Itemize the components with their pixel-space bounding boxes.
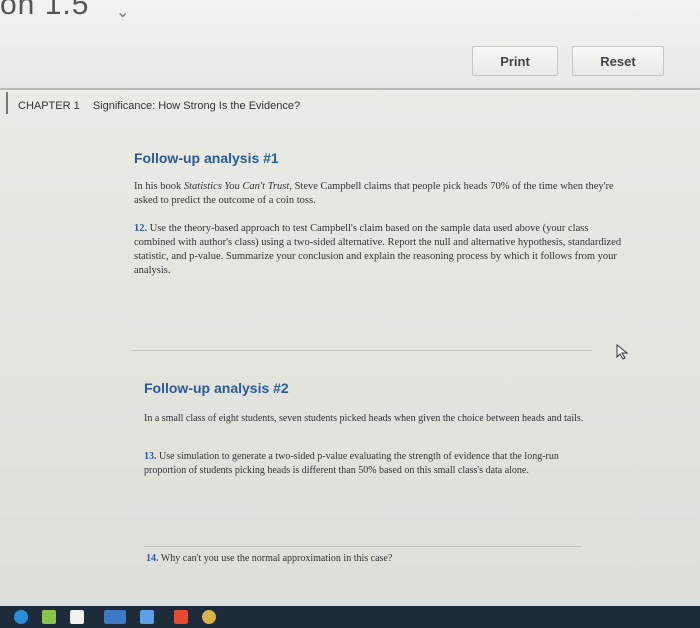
book-title: Statistics You Can't Trust xyxy=(183,181,290,192)
followup2-intro: In a small class of eight students, seve… xyxy=(144,413,584,424)
chapter-label: CHAPTER 1 xyxy=(18,100,80,112)
screen: on 1.5 ⌄ Print Reset CHAPTER 1 Significa… xyxy=(0,0,700,628)
chapter-marker xyxy=(6,92,8,114)
followup2-heading: Follow-up analysis #2 xyxy=(144,380,289,396)
top-bar: on 1.5 ⌄ Print Reset xyxy=(0,0,700,88)
taskbar xyxy=(0,606,700,628)
mouse-pointer-icon xyxy=(616,344,629,360)
question-number: 12. xyxy=(134,223,148,234)
app-icon[interactable] xyxy=(42,610,56,624)
question-number: 13. xyxy=(144,451,157,462)
followup1-heading: Follow-up analysis #1 xyxy=(134,150,279,166)
worksheet-page: Follow-up analysis #1 In his book Statis… xyxy=(100,118,660,618)
question-text: Use the theory-based approach to test Ca… xyxy=(134,223,622,276)
cloud-icon[interactable] xyxy=(104,610,126,624)
store-icon[interactable] xyxy=(70,610,84,624)
question-number: 14. xyxy=(146,553,159,564)
chevron-down-icon[interactable]: ⌄ xyxy=(116,2,129,22)
section-title: on 1.5 xyxy=(0,0,90,21)
dropbox-icon[interactable] xyxy=(140,610,154,624)
question-14: 14. Why can't you use the normal approxi… xyxy=(146,552,576,566)
edge-icon[interactable] xyxy=(14,610,28,624)
question-12: 12. Use the theory-based approach to tes… xyxy=(134,222,624,278)
app2-icon[interactable] xyxy=(202,610,216,624)
reset-button[interactable]: Reset xyxy=(572,46,664,76)
chapter-header: CHAPTER 1 Significance: How Strong Is th… xyxy=(18,100,300,112)
question-text: Use simulation to generate a two-sided p… xyxy=(144,451,559,476)
print-button[interactable]: Print xyxy=(472,46,558,76)
intro-text: In his book xyxy=(134,181,184,192)
followup1-intro: In his book Statistics You Can't Trust, … xyxy=(134,180,624,208)
divider xyxy=(0,88,700,90)
answer-line xyxy=(144,546,582,547)
answer-line xyxy=(132,350,592,351)
question-text: Why can't you use the normal approximati… xyxy=(160,553,393,564)
question-13: 13. Use simulation to generate a two-sid… xyxy=(144,450,584,478)
office-icon[interactable] xyxy=(174,610,188,624)
chapter-title: Significance: How Strong Is the Evidence… xyxy=(92,100,301,112)
